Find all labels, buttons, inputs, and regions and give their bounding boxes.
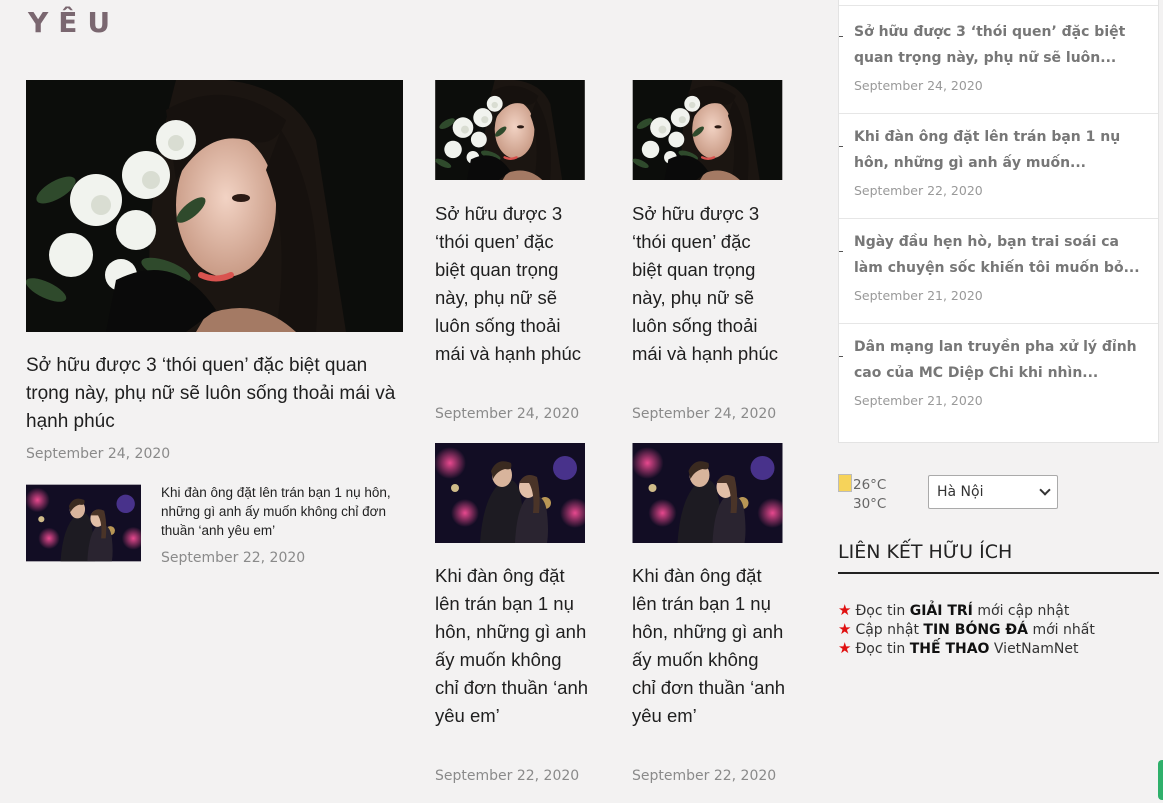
featured-date: September 24, 2020 xyxy=(26,446,171,462)
grid-date: September 22, 2020 xyxy=(435,768,580,784)
link-keyword[interactable]: TIN BÓNG ĐÁ xyxy=(923,622,1028,638)
sidebar-list-item[interactable]: Sở hữu được 3 ‘thói quen’ đặc biệt quan … xyxy=(839,0,1158,114)
sidebar-item-title[interactable]: Khi đàn ông đặt lên trán bạn 1 nụ hôn, n… xyxy=(854,124,1149,176)
grid-thumbnail[interactable] xyxy=(435,80,585,180)
featured-small-image xyxy=(26,483,141,563)
chevron-down-icon xyxy=(1039,484,1051,496)
sidebar-list-item[interactable]: Ngày đầu hẹn hò, bạn trai soái ca làm ch… xyxy=(839,219,1158,324)
useful-links-divider xyxy=(838,572,1159,574)
weather-high: 26°C xyxy=(853,477,887,493)
divider xyxy=(839,5,1158,6)
featured-headline[interactable]: Sở hữu được 3 ‘thói quen’ đặc biệt quan … xyxy=(26,352,403,436)
grid-date: September 24, 2020 xyxy=(435,406,580,422)
useful-link[interactable]: ★ Đọc tin GIẢI TRÍ mới cập nhật xyxy=(838,601,1069,619)
star-icon: ★ xyxy=(838,620,852,638)
weather-icon xyxy=(838,474,852,492)
bullet xyxy=(839,146,843,147)
featured-image xyxy=(26,80,403,332)
grid-image xyxy=(435,80,585,180)
grid-thumbnail[interactable] xyxy=(435,443,585,543)
featured-small-headline[interactable]: Khi đàn ông đặt lên trán bạn 1 nụ hôn, n… xyxy=(161,483,406,540)
grid-date: September 24, 2020 xyxy=(632,406,777,422)
bullet xyxy=(839,36,843,37)
sidebar-item-title[interactable]: Dân mạng lan truyền pha xử lý đỉnh cao c… xyxy=(854,334,1149,386)
grid-thumbnail[interactable] xyxy=(632,80,783,180)
grid-image xyxy=(632,443,783,543)
section-title: YÊU xyxy=(28,6,121,39)
grid-headline[interactable]: Sở hữu được 3 ‘thói quen’ đặc biệt quan … xyxy=(435,200,585,368)
grid-image xyxy=(435,443,585,543)
featured-small-thumbnail[interactable] xyxy=(26,483,141,563)
sidebar-item-date: September 21, 2020 xyxy=(854,288,983,303)
useful-link[interactable]: ★ Đọc tin THẾ THAO VietNamNet xyxy=(838,639,1078,657)
floating-widget-edge[interactable] xyxy=(1158,760,1163,800)
sidebar-item-date: September 24, 2020 xyxy=(854,78,983,93)
grid-headline[interactable]: Khi đàn ông đặt lên trán bạn 1 nụ hôn, n… xyxy=(632,562,787,730)
link-suffix: VietNamNet xyxy=(993,641,1079,657)
city-select-value: Hà Nội xyxy=(937,484,984,500)
weather-low: 30°C xyxy=(853,496,887,512)
grid-date: September 22, 2020 xyxy=(632,768,777,784)
bullet xyxy=(839,356,843,357)
link-keyword[interactable]: THẾ THAO xyxy=(910,641,990,657)
sidebar-item-date: September 22, 2020 xyxy=(854,183,983,198)
link-suffix: mới cập nhật xyxy=(977,603,1070,619)
link-keyword[interactable]: GIẢI TRÍ xyxy=(910,603,973,619)
useful-link[interactable]: ★ Cập nhật TIN BÓNG ĐÁ mới nhất xyxy=(838,620,1095,638)
sidebar-item-title[interactable]: Ngày đầu hẹn hò, bạn trai soái ca làm ch… xyxy=(854,229,1149,281)
sidebar-latest-list: Sở hữu được 3 ‘thói quen’ đặc biệt quan … xyxy=(838,0,1159,443)
star-icon: ★ xyxy=(838,639,852,657)
sidebar-item-date: September 21, 2020 xyxy=(854,393,983,408)
link-suffix: mới nhất xyxy=(1032,622,1095,638)
bullet xyxy=(839,251,843,252)
link-prefix: Cập nhật xyxy=(855,622,919,638)
sidebar-list-item[interactable]: Dân mạng lan truyền pha xử lý đỉnh cao c… xyxy=(839,324,1158,442)
city-select[interactable]: Hà Nội xyxy=(928,475,1058,509)
featured-thumbnail[interactable] xyxy=(26,80,403,332)
grid-headline[interactable]: Sở hữu được 3 ‘thói quen’ đặc biệt quan … xyxy=(632,200,782,368)
sidebar-list-item[interactable]: Khi đàn ông đặt lên trán bạn 1 nụ hôn, n… xyxy=(839,114,1158,219)
grid-thumbnail[interactable] xyxy=(632,443,783,543)
link-prefix: Đọc tin xyxy=(855,603,906,619)
weather-widget: 26°C 30°C xyxy=(838,474,886,514)
grid-headline[interactable]: Khi đàn ông đặt lên trán bạn 1 nụ hôn, n… xyxy=(435,562,590,730)
featured-small-date: September 22, 2020 xyxy=(161,550,306,566)
useful-links-heading: LIÊN KẾT HỮU ÍCH xyxy=(838,541,1013,563)
star-icon: ★ xyxy=(838,601,852,619)
grid-image xyxy=(632,80,783,180)
link-prefix: Đọc tin xyxy=(855,641,906,657)
sidebar-item-title[interactable]: Sở hữu được 3 ‘thói quen’ đặc biệt quan … xyxy=(854,19,1149,71)
